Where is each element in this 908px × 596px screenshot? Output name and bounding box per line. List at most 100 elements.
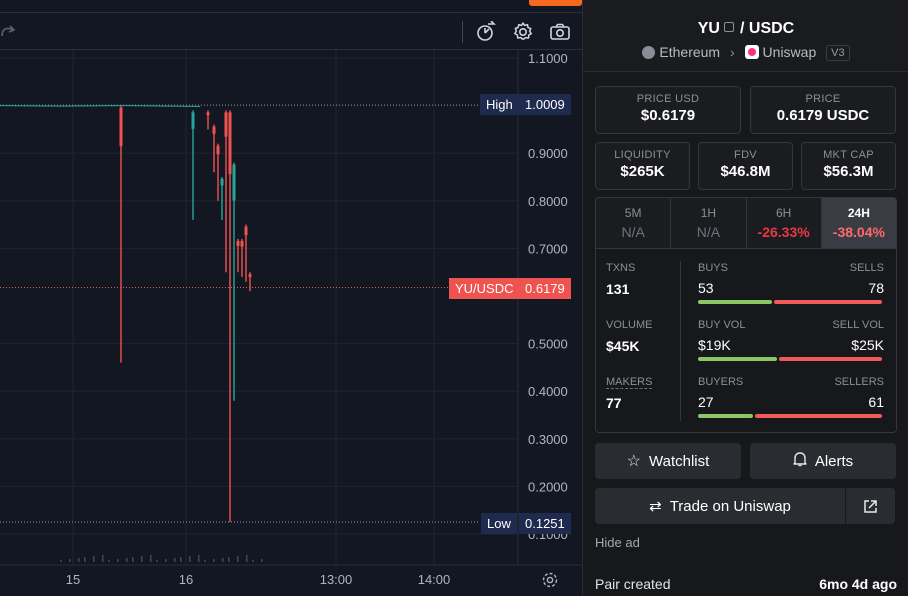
chart-toolbar (0, 12, 582, 50)
price-line (0, 105, 201, 108)
chain-name[interactable]: Ethereum (659, 44, 720, 60)
buyers-label: BUYERS (698, 376, 744, 388)
volume-bar-4 (93, 556, 95, 562)
version-chip: V3 (826, 45, 850, 61)
sell-vol-label: SELL VOL (832, 319, 884, 331)
chart-settings-icon[interactable] (541, 571, 559, 589)
volume-bar-5 (102, 555, 104, 562)
alerts-button[interactable]: Alerts (750, 443, 896, 479)
candle-body-4 (216, 145, 220, 155)
price-axis-label: 0.3000 (528, 432, 568, 447)
redo-icon[interactable] (0, 22, 22, 44)
tab-24h-label: 24H (847, 206, 870, 220)
pair-info-panel: YU / USDC Ethereum › Uniswap V3 PRICE USD… (582, 0, 908, 596)
price-usd-box: PRICE USD $0.6179 (595, 86, 741, 134)
tab-5m-value: N/A (621, 224, 645, 240)
active-tab-indicator (529, 0, 582, 6)
tab-5m-label: 5M (624, 206, 642, 220)
price-value: 0.6179 USDC (776, 107, 870, 124)
timeframe-tabs: 5M N/A 1H N/A 6H -26.33% 24H -38.04% (595, 197, 897, 249)
copy-icon[interactable] (723, 22, 734, 32)
external-link-button[interactable] (845, 488, 895, 524)
tab-6h[interactable]: 6H -26.33% (746, 198, 822, 248)
time-axis-label: 13:00 (320, 572, 353, 587)
external-link-icon (864, 499, 877, 513)
candle-body-5 (220, 179, 224, 186)
buys-bar (698, 300, 772, 304)
buyers-value: 27 (698, 394, 714, 410)
pair-separator: / (739, 20, 745, 37)
time-axis-label: 15 (66, 572, 80, 587)
low-tag: Low (481, 513, 517, 534)
candle-body-10 (240, 240, 244, 247)
price-usd-label: PRICE USD (636, 93, 700, 105)
low-value-tag: 0.1251 (519, 513, 571, 534)
trade-label: Trade on Uniswap (669, 497, 791, 515)
liquidity-label: LIQUIDITY (614, 149, 671, 161)
hide-ad-link[interactable]: Hide ad (595, 535, 640, 550)
volume-bar-21 (228, 557, 230, 562)
volume-bar-18 (204, 560, 206, 562)
tab-6h-label: 6H (775, 206, 792, 220)
makers-value: 77 (606, 395, 622, 411)
watchlist-label: Watchlist (649, 452, 710, 470)
tab-24h[interactable]: 24H -38.04% (821, 198, 896, 248)
sells-bar (774, 300, 882, 304)
candle-body-11 (244, 226, 248, 236)
volume-bar-9 (132, 557, 134, 562)
volume-bar-0 (60, 560, 62, 562)
volume-bar-6 (108, 560, 110, 562)
txn-divider (680, 261, 681, 421)
candle-body-12 (248, 274, 252, 278)
candle-body-9 (236, 240, 240, 246)
settings-gear-icon[interactable] (512, 21, 534, 43)
star-icon: ☆ (626, 453, 642, 470)
dex-name[interactable]: Uniswap (763, 44, 817, 60)
trade-button-group: ⇄ Trade on Uniswap (595, 488, 895, 524)
makers-label: MAKERS (606, 376, 653, 389)
volume-bar-11 (150, 555, 152, 562)
uniswap-icon (744, 45, 759, 59)
mktcap-box: MKT CAP $56.3M (801, 142, 896, 190)
fdv-value: $46.8M (720, 163, 771, 180)
pair-header: YU / USDC Ethereum › Uniswap V3 (583, 0, 908, 72)
tab-6h-value: -26.33% (757, 224, 810, 240)
buys-value: 53 (698, 280, 714, 296)
pair-title: YU / USDC (583, 20, 908, 38)
sellers-value: 61 (868, 394, 884, 410)
volume-bar-7 (117, 559, 119, 562)
volume-bar-1 (69, 559, 71, 562)
candle-body-0 (119, 107, 123, 147)
volume-bar-14 (174, 558, 176, 562)
tab-1h-label: 1H (700, 206, 717, 220)
volume-bar-16 (189, 556, 191, 562)
sellers-bar (755, 414, 882, 418)
volume-bar-17 (198, 555, 200, 562)
trade-on-uniswap-button[interactable]: ⇄ Trade on Uniswap (595, 488, 845, 524)
camera-icon[interactable] (549, 21, 571, 43)
price-usd-value: $0.6179 (640, 107, 696, 124)
base-token: YU (697, 20, 720, 37)
liquidity-box: LIQUIDITY $265K (595, 142, 690, 190)
candle-body-3 (212, 126, 216, 134)
tab-5m[interactable]: 5M N/A (596, 198, 672, 248)
volume-bar-10 (141, 556, 143, 562)
tab-24h-value: -38.04% (832, 224, 885, 240)
tab-1h[interactable]: 1H N/A (671, 198, 747, 248)
sell-vol-bar (779, 357, 882, 361)
chart-pane[interactable]: 0.1000 0.2000 0.3000 0.4000 0.5000 0.7000 0.80… (0, 0, 582, 596)
price-axis-label: 0.2000 (528, 479, 568, 494)
buyers-bar (698, 414, 753, 418)
sells-value: 78 (868, 280, 884, 296)
high-value-tag: 1.0009 (519, 94, 571, 115)
volume-bar-15 (180, 557, 182, 562)
chevron-right-icon: › (729, 44, 735, 60)
pair-tag: YU/USDC (449, 278, 520, 299)
volume-bar-22 (237, 556, 239, 562)
fdv-box: FDV $46.8M (698, 142, 793, 190)
last-price-tag: 0.6179 (519, 278, 571, 299)
price-axis-label: 0.9000 (528, 146, 568, 161)
replay-icon[interactable] (475, 20, 497, 43)
buy-vol-bar (698, 357, 777, 361)
watchlist-button[interactable]: ☆ Watchlist (595, 443, 741, 479)
